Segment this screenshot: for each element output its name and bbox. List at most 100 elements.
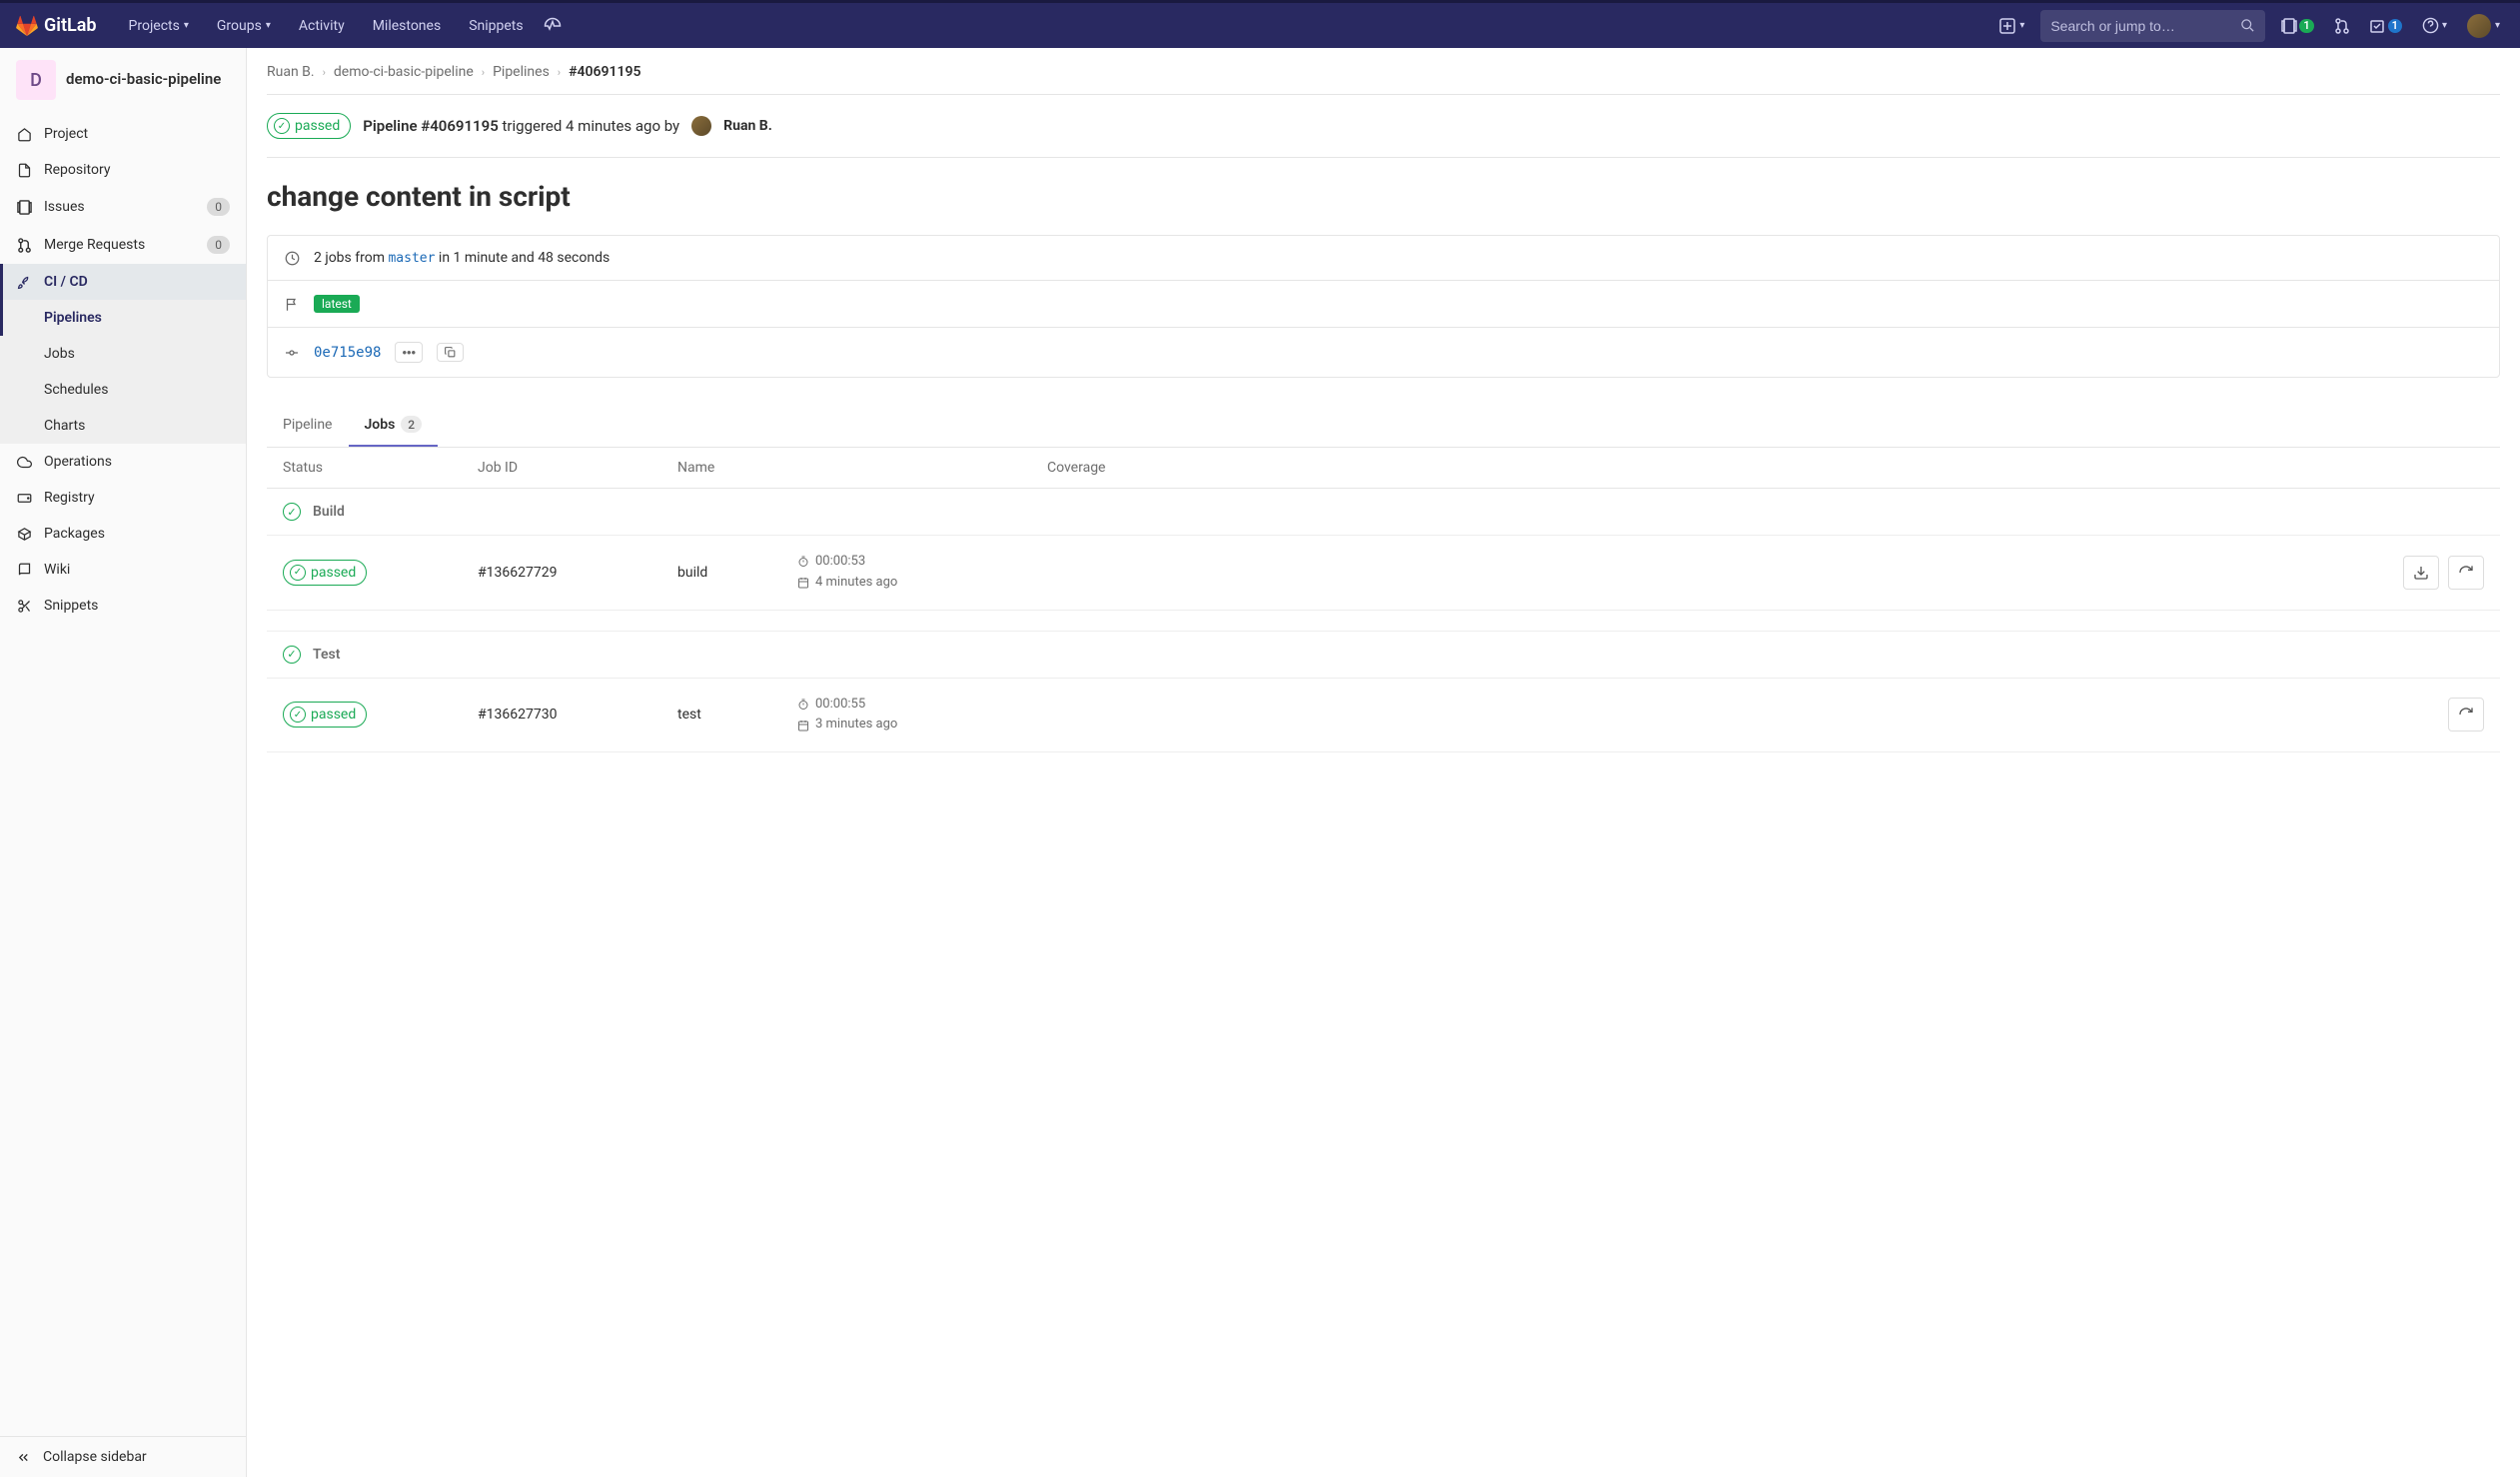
nav-projects[interactable]: Projects▾	[117, 2, 201, 50]
jobs-table: Status Job ID Name Coverage ✓ Build ✓ pa…	[267, 448, 2500, 752]
sidebar-item-repository[interactable]: Repository	[0, 152, 246, 188]
breadcrumbs: Ruan B. › demo-ci-basic-pipeline › Pipel…	[267, 64, 2500, 95]
crumb-project[interactable]: demo-ci-basic-pipeline	[334, 64, 474, 80]
sidebar-sub-charts[interactable]: Charts	[0, 408, 246, 444]
more-actions-button[interactable]: •••	[395, 342, 423, 363]
crumb-current: #40691195	[569, 64, 640, 80]
pipeline-tabs: Pipeline Jobs 2	[267, 402, 2500, 448]
sidebar-item-snippets[interactable]: Snippets	[0, 588, 246, 624]
retry-job-button[interactable]	[2448, 698, 2484, 732]
nav-merge-requests-icon[interactable]	[2330, 18, 2354, 34]
sidebar-sub-pipelines[interactable]: Pipelines	[0, 300, 246, 336]
latest-tag: latest	[314, 295, 360, 313]
nav-performance-icon[interactable]	[540, 17, 566, 35]
job-status-badge[interactable]: ✓ passed	[283, 560, 367, 586]
crumb-user[interactable]: Ruan B.	[267, 64, 315, 80]
pipeline-info-box: 2 jobs from master in 1 minute and 48 se…	[267, 235, 2500, 378]
check-circle-icon: ✓	[290, 707, 306, 723]
global-search[interactable]	[2040, 10, 2265, 42]
jobs-summary-row: 2 jobs from master in 1 minute and 48 se…	[268, 236, 2499, 281]
scissors-icon	[16, 599, 32, 614]
search-input[interactable]	[2050, 18, 2240, 34]
search-icon	[2240, 18, 2255, 33]
chevron-right-icon: ›	[482, 66, 485, 79]
download-artifacts-button[interactable]	[2403, 556, 2439, 590]
nav-help-icon[interactable]: ▾	[2418, 17, 2451, 34]
project-name: demo-ci-basic-pipeline	[66, 70, 221, 90]
sidebar-item-issues[interactable]: Issues 0	[0, 188, 246, 226]
sidebar-sub-jobs[interactable]: Jobs	[0, 336, 246, 372]
nav-milestones[interactable]: Milestones	[361, 2, 454, 50]
clock-icon	[284, 251, 300, 266]
job-name[interactable]: build	[677, 565, 797, 581]
job-status-badge[interactable]: ✓ passed	[283, 702, 367, 728]
disk-icon	[16, 491, 32, 506]
pipeline-info: Pipeline #40691195 triggered 4 minutes a…	[363, 117, 679, 135]
copy-sha-button[interactable]	[437, 343, 464, 362]
sidebar-project-header[interactable]: D demo-ci-basic-pipeline	[0, 48, 246, 112]
job-row: ✓ passed #136627729 build 00:00:53 4 min…	[267, 536, 2500, 611]
chevron-down-icon: ▾	[184, 20, 189, 31]
crumb-pipelines[interactable]: Pipelines	[493, 64, 550, 80]
tab-jobs[interactable]: Jobs 2	[349, 402, 439, 447]
nav-groups[interactable]: Groups▾	[205, 2, 283, 50]
chevron-right-icon: ›	[558, 66, 561, 79]
job-id[interactable]: #136627729	[478, 565, 677, 581]
chevron-down-icon: ▾	[266, 20, 271, 31]
nav-todos-icon[interactable]: 1	[2366, 18, 2406, 34]
pipeline-status-badge[interactable]: ✓ passed	[267, 113, 351, 139]
project-sidebar: D demo-ci-basic-pipeline Project Reposit…	[0, 48, 247, 1477]
triggerer-avatar[interactable]	[691, 116, 711, 136]
calendar-icon	[797, 577, 809, 589]
check-circle-icon: ✓	[290, 565, 306, 581]
sidebar-sub-schedules[interactable]: Schedules	[0, 372, 246, 408]
rocket-icon	[16, 275, 32, 290]
issues-icon	[16, 200, 32, 215]
job-id[interactable]: #136627730	[478, 707, 677, 723]
gitlab-logo[interactable]: GitLab	[16, 15, 97, 37]
nav-snippets[interactable]: Snippets	[457, 2, 535, 50]
main-content: Ruan B. › demo-ci-basic-pipeline › Pipel…	[247, 48, 2520, 1477]
stage-row-build: ✓ Build	[267, 489, 2500, 536]
package-icon	[16, 527, 32, 542]
file-icon	[16, 163, 32, 178]
tab-pipeline[interactable]: Pipeline	[267, 402, 349, 447]
branch-link[interactable]: master	[388, 251, 435, 266]
check-circle-icon: ✓	[283, 503, 301, 521]
sidebar-item-wiki[interactable]: Wiki	[0, 552, 246, 588]
chevron-right-icon: ›	[323, 66, 326, 79]
job-row: ✓ passed #136627730 test 00:00:55 3 minu…	[267, 679, 2500, 753]
sidebar-item-operations[interactable]: Operations	[0, 444, 246, 480]
user-menu[interactable]: ▾	[2463, 14, 2504, 38]
home-icon	[16, 127, 32, 142]
calendar-icon	[797, 720, 809, 732]
tag-row: latest	[268, 281, 2499, 328]
sidebar-item-project[interactable]: Project	[0, 116, 246, 152]
sidebar-item-cicd[interactable]: CI / CD	[0, 264, 246, 300]
commit-title: change content in script	[267, 158, 2500, 235]
pipeline-header: ✓ passed Pipeline #40691195 triggered 4 …	[267, 95, 2500, 158]
sidebar-item-merge-requests[interactable]: Merge Requests 0	[0, 226, 246, 264]
job-name[interactable]: test	[677, 707, 797, 723]
cloud-icon	[16, 455, 32, 470]
nav-issues-icon[interactable]: 1	[2277, 18, 2317, 34]
tanuki-icon	[16, 15, 38, 37]
commit-sha-link[interactable]: 0e715e98	[314, 345, 381, 361]
triggerer-name[interactable]: Ruan B.	[723, 118, 772, 134]
nav-activity[interactable]: Activity	[287, 2, 357, 50]
collapse-icon	[16, 1450, 31, 1465]
new-dropdown[interactable]: ▾	[1995, 18, 2028, 34]
brand-text: GitLab	[44, 15, 97, 36]
top-navbar: GitLab Projects▾ Groups▾ Activity Milest…	[0, 0, 2520, 48]
sidebar-item-packages[interactable]: Packages	[0, 516, 246, 552]
avatar	[2467, 14, 2491, 38]
commit-icon	[284, 345, 300, 361]
stopwatch-icon	[797, 699, 809, 711]
collapse-sidebar[interactable]: Collapse sidebar	[0, 1436, 246, 1477]
sidebar-item-registry[interactable]: Registry	[0, 480, 246, 516]
check-circle-icon: ✓	[283, 646, 301, 664]
stage-row-test: ✓ Test	[267, 631, 2500, 679]
stopwatch-icon	[797, 556, 809, 568]
retry-job-button[interactable]	[2448, 556, 2484, 590]
book-icon	[16, 563, 32, 578]
